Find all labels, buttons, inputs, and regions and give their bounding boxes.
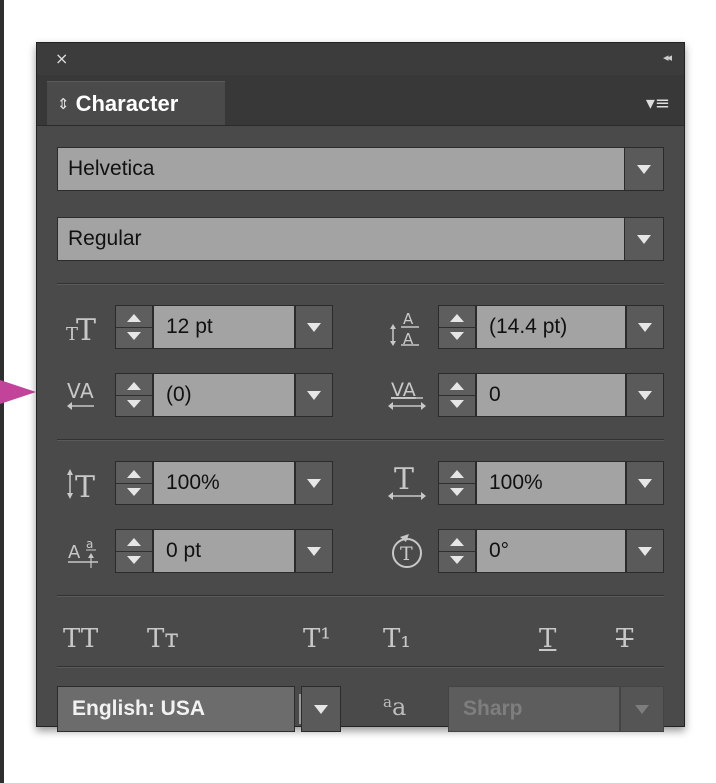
- subscript-button[interactable]: T₁: [383, 619, 411, 659]
- rotation-control: T 0°: [380, 529, 664, 573]
- tracking-stepper[interactable]: [438, 373, 476, 417]
- tracking-dropdown-button[interactable]: [626, 373, 664, 417]
- font-size-input[interactable]: 12 pt: [153, 305, 295, 349]
- font-family-field[interactable]: Helvetica: [57, 147, 625, 191]
- kerning-icon: VA: [57, 373, 111, 417]
- horizontal-scale-dropdown-button[interactable]: [626, 461, 664, 505]
- chevron-down-icon: [638, 390, 652, 400]
- svg-text:a: a: [86, 537, 93, 551]
- language-dropdown-button[interactable]: [301, 686, 341, 732]
- kerning-dropdown-button[interactable]: [295, 373, 333, 417]
- font-family-dropdown[interactable]: Helvetica: [57, 147, 664, 191]
- chevron-down-icon: [637, 234, 651, 244]
- separator: [57, 666, 664, 668]
- rotation-dropdown-button[interactable]: [626, 529, 664, 573]
- kerning-control: VA (0): [57, 373, 333, 417]
- vertical-scale-input[interactable]: 100%: [153, 461, 295, 505]
- svg-text:V: V: [67, 379, 81, 403]
- leading-input[interactable]: (14.4 pt): [476, 305, 626, 349]
- close-icon[interactable]: ×: [55, 51, 68, 67]
- leading-dropdown-button[interactable]: [626, 305, 664, 349]
- baseline-shift-stepper[interactable]: [115, 529, 153, 573]
- vertical-scale-control: T 100%: [57, 461, 333, 505]
- font-family-dropdown-button[interactable]: [624, 147, 664, 191]
- font-size-stepper[interactable]: [115, 305, 153, 349]
- pointer-arrow-icon: [0, 380, 36, 404]
- chevron-down-icon: [307, 478, 321, 488]
- font-size-dropdown-button[interactable]: [295, 305, 333, 349]
- language-dropdown[interactable]: English: USA: [57, 686, 295, 732]
- chevron-down-icon: [637, 164, 651, 174]
- leading-stepper[interactable]: [438, 305, 476, 349]
- baseline-shift-icon: Aa: [57, 529, 111, 573]
- svg-text:T: T: [400, 543, 413, 565]
- font-style-dropdown-button[interactable]: [624, 217, 664, 261]
- chevron-down-icon: [638, 546, 652, 556]
- superscript-button[interactable]: T¹: [303, 619, 331, 659]
- antialias-dropdown-button: [620, 686, 664, 732]
- kerning-stepper[interactable]: [115, 373, 153, 417]
- chevron-down-icon: [307, 546, 321, 556]
- horizontal-scale-input[interactable]: 100%: [476, 461, 626, 505]
- horizontal-scale-control: T 100%: [380, 461, 664, 505]
- chevron-down-icon: [638, 478, 652, 488]
- chevron-down-icon: [314, 704, 328, 714]
- svg-text:T: T: [394, 463, 414, 497]
- font-size-icon: TT: [57, 305, 111, 349]
- svg-text:A: A: [68, 542, 81, 563]
- horizontal-scale-stepper[interactable]: [438, 461, 476, 505]
- vertical-scale-icon: T: [57, 461, 111, 505]
- rotation-icon: T: [380, 529, 434, 573]
- svg-text:T: T: [75, 470, 95, 500]
- panel-menu-icon[interactable]: ▾≡: [646, 93, 670, 114]
- leading-icon: AA: [380, 305, 434, 349]
- rotation-stepper[interactable]: [438, 529, 476, 573]
- svg-text:T: T: [76, 313, 96, 344]
- tracking-control: VA 0: [380, 373, 664, 417]
- chevron-down-icon: [307, 390, 321, 400]
- font-style-dropdown[interactable]: Regular: [57, 217, 664, 261]
- svg-text:A: A: [80, 379, 94, 403]
- separator: [57, 595, 664, 597]
- strikethrough-button[interactable]: T: [616, 619, 633, 659]
- panel-titlebar: × ◂◂: [37, 43, 684, 75]
- character-panel: × ◂◂ ⇕ Character ▾≡ Helvetica Regular TT…: [36, 42, 685, 732]
- chevron-down-icon: [635, 704, 649, 714]
- font-style-field[interactable]: Regular: [57, 217, 625, 261]
- vertical-scale-stepper[interactable]: [115, 461, 153, 505]
- tab-character[interactable]: ⇕ Character: [47, 81, 225, 125]
- separator: [57, 439, 664, 441]
- collapse-icon[interactable]: ◂◂: [663, 51, 672, 64]
- tracking-input[interactable]: 0: [476, 373, 626, 417]
- baseline-shift-input[interactable]: 0 pt: [153, 529, 295, 573]
- chevron-down-icon: [638, 322, 652, 332]
- all-caps-button[interactable]: TT: [63, 619, 98, 659]
- separator: [57, 283, 664, 285]
- tab-label: Character: [75, 90, 179, 116]
- tracking-icon: VA: [380, 373, 434, 417]
- svg-text:A: A: [403, 310, 414, 328]
- chevron-down-icon: [307, 322, 321, 332]
- panel-tabbar: ⇕ Character ▾≡: [37, 75, 684, 126]
- horizontal-scale-icon: T: [380, 461, 434, 505]
- baseline-shift-dropdown-button[interactable]: [295, 529, 333, 573]
- small-caps-button[interactable]: Tт: [147, 619, 179, 659]
- font-size-control: TT 12 pt: [57, 305, 333, 349]
- kerning-input[interactable]: (0): [153, 373, 295, 417]
- antialias-dropdown: Sharp: [448, 686, 620, 732]
- antialias-icon: aa: [383, 693, 407, 721]
- vertical-scale-dropdown-button[interactable]: [295, 461, 333, 505]
- rotation-input[interactable]: 0°: [476, 529, 626, 573]
- expand-arrows-icon: ⇕: [57, 94, 70, 113]
- baseline-shift-control: Aa 0 pt: [57, 529, 333, 573]
- underline-button[interactable]: T: [539, 619, 556, 659]
- leading-control: AA (14.4 pt): [380, 305, 664, 349]
